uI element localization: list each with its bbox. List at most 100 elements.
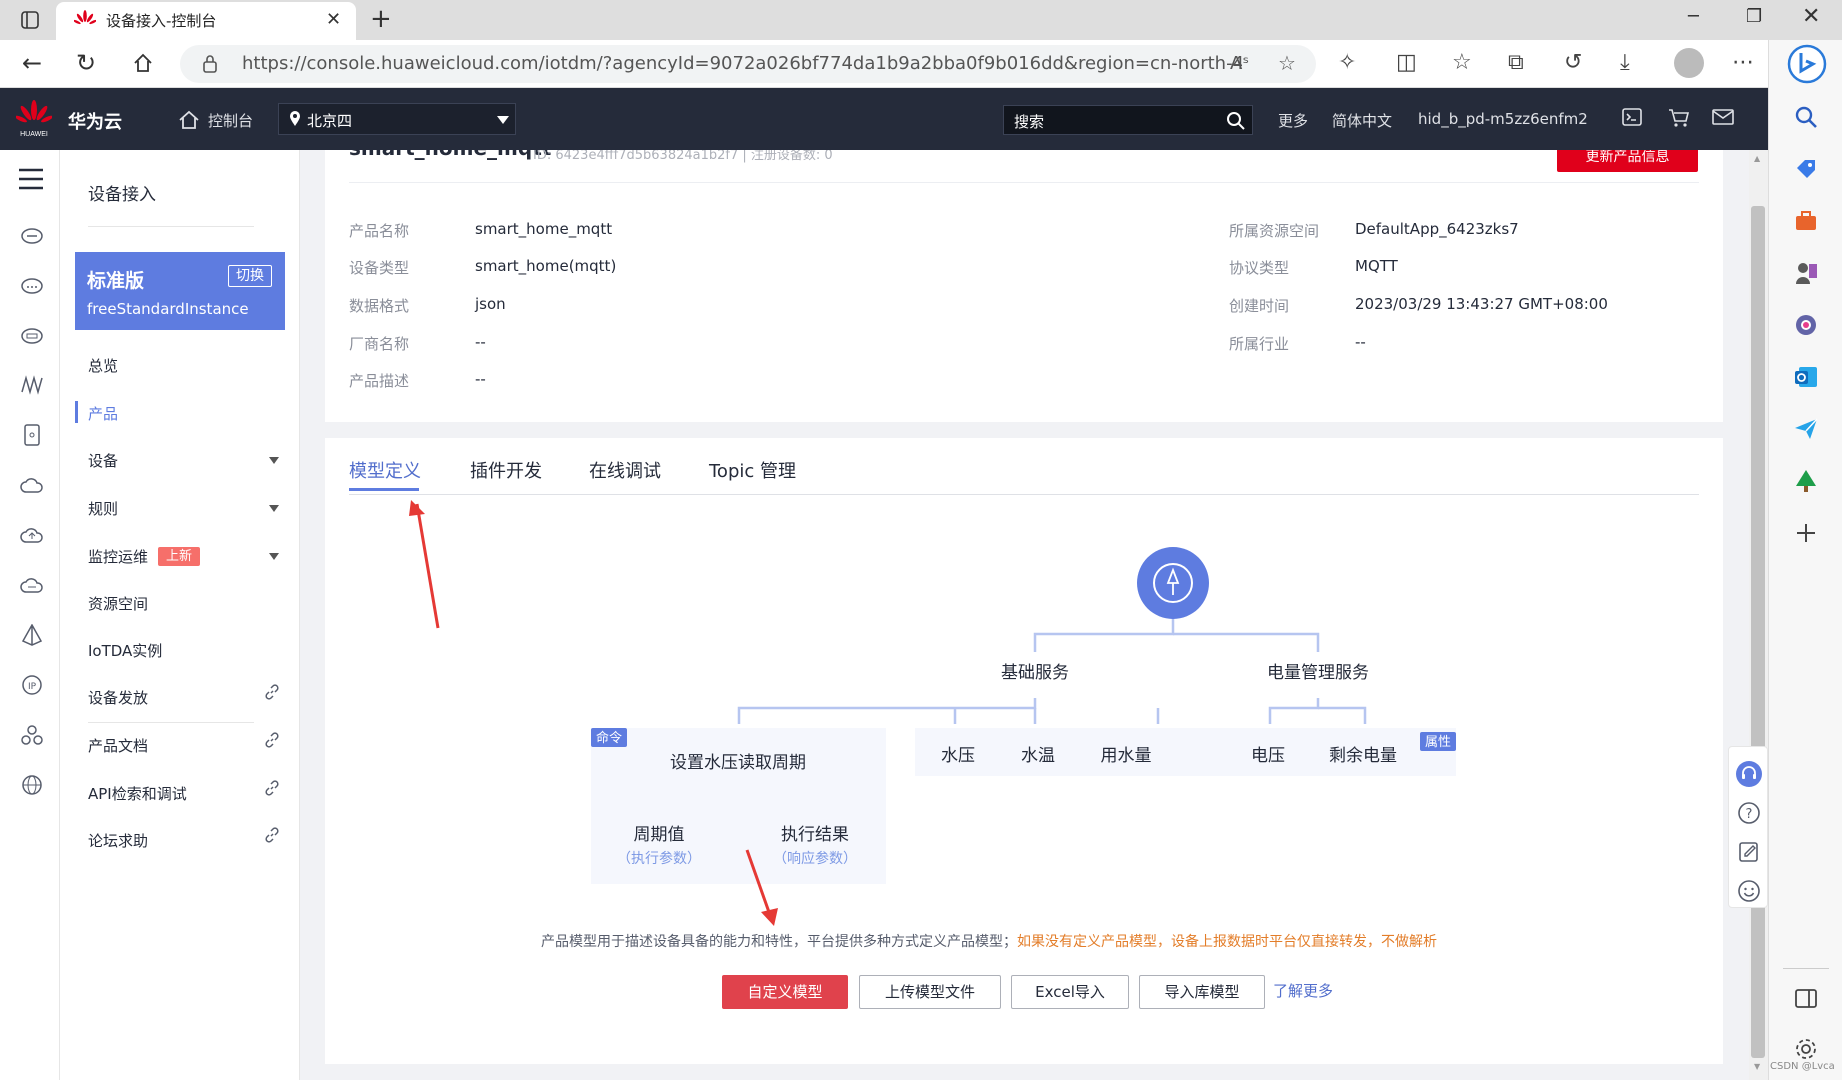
caret-down-icon[interactable] <box>269 505 279 512</box>
url-text[interactable]: https://console.huaweicloud.com/iotdm/?a… <box>242 53 1242 74</box>
ip-icon[interactable]: IP <box>20 674 44 696</box>
sidebar-item-device[interactable]: 设备 <box>88 450 118 471</box>
brand-name[interactable]: 华为云 <box>68 108 122 134</box>
new-tab-icon[interactable]: + <box>370 4 392 34</box>
refresh-icon[interactable]: ↻ <box>76 49 96 77</box>
cloud-upload-icon[interactable] <box>20 524 44 546</box>
edge-outlook-icon[interactable] <box>1793 364 1819 390</box>
upload-model-file-button[interactable]: 上传模型文件 <box>859 975 1001 1009</box>
tab-online-debug[interactable]: 在线调试 <box>589 457 661 483</box>
edge-sidebar-layout-icon[interactable] <box>1793 986 1819 1012</box>
home-icon[interactable] <box>132 52 154 74</box>
edge-shopping-icon[interactable] <box>1793 156 1819 182</box>
cluster-icon[interactable] <box>20 724 44 746</box>
sidebar-item-rules[interactable]: 规则 <box>88 498 118 519</box>
edge-settings-icon[interactable] <box>1793 1036 1819 1062</box>
menu-hamburger-icon[interactable] <box>18 168 44 190</box>
customer-service-icon[interactable] <box>1736 761 1762 787</box>
field-label: 产品名称 <box>349 222 410 240</box>
edge-tree-icon[interactable] <box>1793 468 1819 494</box>
tab-actions-icon[interactable] <box>20 10 40 30</box>
external-link-icon[interactable] <box>264 827 280 843</box>
feedback-edit-icon[interactable] <box>1738 841 1760 863</box>
edge-search-icon[interactable] <box>1793 104 1819 130</box>
field-label: 所属行业 <box>1229 335 1290 353</box>
edge-office-icon[interactable] <box>1793 312 1819 338</box>
address-bar[interactable]: https://console.huaweicloud.com/iotdm/?a… <box>180 45 1316 83</box>
profile-avatar[interactable] <box>1674 48 1704 78</box>
browser-tab[interactable]: 设备接入-控制台 ✕ <box>56 2 356 40</box>
network-wave-icon[interactable] <box>20 374 44 396</box>
sidebar-item-overview[interactable]: 总览 <box>88 355 118 376</box>
more-menu-icon[interactable]: ⋯ <box>1732 50 1754 75</box>
favorites-icon[interactable]: ☆ <box>1452 50 1472 75</box>
downloads-icon[interactable]: ⤓ <box>1620 50 1630 75</box>
help-question-icon[interactable]: ? <box>1737 801 1761 825</box>
cart-icon[interactable] <box>1668 108 1690 128</box>
custom-model-button[interactable]: 自定义模型 <box>722 975 848 1009</box>
history-icon[interactable]: ↺ <box>1564 50 1582 75</box>
scroll-down-icon[interactable]: ▼ <box>1754 1062 1760 1071</box>
import-library-model-button[interactable]: 导入库模型 <box>1139 975 1265 1009</box>
window-minimize-icon[interactable]: ─ <box>1688 6 1699 27</box>
header-more-link[interactable]: 更多 <box>1278 110 1308 131</box>
resource-space-value: DefaultApp_6423zks7 <box>1355 220 1519 238</box>
edge-games-icon[interactable] <box>1793 260 1819 286</box>
sidebar-item-docs[interactable]: 产品文档 <box>88 735 148 756</box>
lock-icon[interactable] <box>202 54 218 74</box>
sidebar-item-iotda-instance[interactable]: IoTDA实例 <box>88 640 162 661</box>
sidebar-item-forum[interactable]: 论坛求助 <box>88 830 148 851</box>
sidebar-item-resource-space[interactable]: 资源空间 <box>88 593 148 614</box>
caret-down-icon[interactable] <box>269 457 279 464</box>
caret-down-icon[interactable] <box>269 553 279 560</box>
scroll-up-icon[interactable]: ▲ <box>1754 154 1760 163</box>
window-restore-icon[interactable]: ❐ <box>1746 6 1762 27</box>
search-icon[interactable] <box>1226 111 1246 131</box>
user-account[interactable]: hid_b_pd-m5zz6enfm2 <box>1418 110 1588 128</box>
sidebar-item-product[interactable]: 产品 <box>88 403 118 424</box>
edge-add-icon[interactable] <box>1793 520 1819 546</box>
update-product-button[interactable]: 更新产品信息 <box>1557 150 1698 172</box>
message-icon[interactable] <box>1712 108 1734 126</box>
cloud-storage-icon[interactable] <box>20 324 44 346</box>
console-home-icon[interactable] <box>178 110 200 130</box>
device-icon[interactable] <box>20 424 44 446</box>
edition-switch-button[interactable]: 切换 <box>228 265 272 287</box>
back-icon[interactable]: ← <box>22 49 42 77</box>
globe-icon[interactable] <box>20 774 44 796</box>
tab-topic-management[interactable]: Topic 管理 <box>709 457 796 483</box>
window-close-icon[interactable]: ✕ <box>1802 4 1820 29</box>
excel-import-button[interactable]: Excel导入 <box>1011 975 1129 1009</box>
extensions-icon[interactable]: ✧ <box>1338 50 1356 75</box>
learn-more-link[interactable]: 了解更多 <box>1273 980 1333 1001</box>
sidebar-item-api-explorer[interactable]: API检索和调试 <box>88 783 187 804</box>
external-link-icon[interactable] <box>264 732 280 748</box>
external-link-icon[interactable] <box>264 684 280 700</box>
edge-tools-icon[interactable] <box>1793 208 1819 234</box>
read-aloud-icon[interactable]: Aˢ <box>1230 53 1249 74</box>
tab-model-definition[interactable]: 模型定义 <box>349 457 421 483</box>
external-link-icon[interactable] <box>264 780 280 796</box>
console-link[interactable]: 控制台 <box>208 110 253 131</box>
cloud-server-icon[interactable] <box>20 224 44 246</box>
collections-icon[interactable]: ⧉ <box>1508 50 1524 75</box>
bing-copilot-icon[interactable] <box>1787 44 1827 84</box>
cloud-dots-icon[interactable] <box>20 274 44 296</box>
huawei-logo-icon[interactable]: HUAWEI <box>16 100 52 138</box>
console-search-input[interactable]: 搜索 <box>1003 105 1253 135</box>
region-select[interactable]: 北京四 <box>278 103 516 135</box>
sidebar-item-monitoring[interactable]: 监控运维 <box>88 546 148 567</box>
tab-close-icon[interactable]: ✕ <box>326 9 341 30</box>
cloud-sync-icon[interactable] <box>20 574 44 596</box>
page-scrollbar-thumb[interactable] <box>1751 206 1765 1058</box>
edge-send-icon[interactable] <box>1793 416 1819 442</box>
sidebar-item-provisioning[interactable]: 设备发放 <box>88 687 148 708</box>
cloud-icon[interactable] <box>20 474 44 496</box>
smile-feedback-icon[interactable] <box>1737 879 1761 903</box>
split-screen-icon[interactable]: ◫ <box>1396 50 1417 75</box>
tab-plugin-development[interactable]: 插件开发 <box>470 457 542 483</box>
language-switch[interactable]: 简体中文 <box>1332 110 1392 131</box>
pyramid-icon[interactable] <box>20 624 44 646</box>
add-favorite-icon[interactable]: ☆ <box>1278 51 1296 75</box>
cloud-shell-icon[interactable] <box>1622 108 1642 126</box>
